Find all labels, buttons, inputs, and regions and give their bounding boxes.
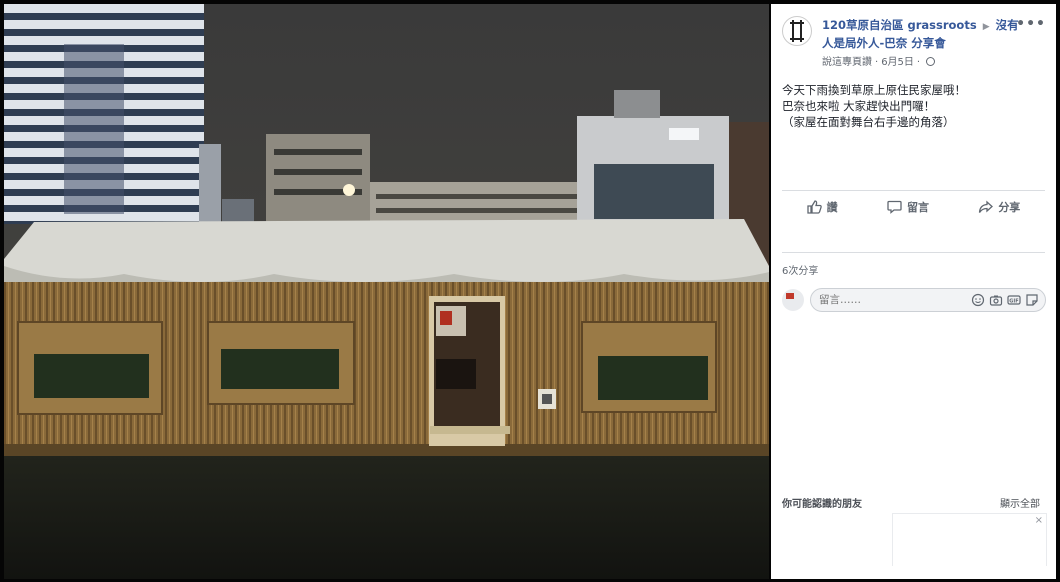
like-button[interactable]: 讚 [807,199,838,215]
comment-input[interactable] [819,292,959,308]
meta-separator: · [875,57,879,68]
svg-text:GIF: GIF [1009,298,1018,304]
post-author-line: 120草原自治區 grassroots ▶ 沒有人是局外人-巴奈 分享會 [822,17,1026,51]
meta-separator: · [916,57,921,68]
speech-bubble-icon [887,200,902,214]
edited-by-link[interactable]: 說這專頁讚 [822,57,872,68]
share-arrow-icon [979,200,994,213]
show-all-link[interactable]: 顯示全部 [1000,495,1040,510]
page-avatar[interactable] [782,16,812,46]
like-label: 讚 [826,201,838,214]
shares-count-link[interactable]: 6次分享 [782,262,818,277]
globe-icon [926,57,936,66]
post-text-line: 巴奈也來啦 大家趕快出門囉！ [782,99,936,113]
thumbs-up-icon [807,200,822,214]
gif-icon[interactable]: GIF [1007,293,1021,307]
post-text-line: （家屋在面對舞台右手邊的角落） [782,115,955,129]
user-avatar [782,289,804,311]
comment-box[interactable]: GIF [810,288,1046,312]
post-side-panel: 120草原自治區 grassroots ▶ 沒有人是局外人-巴奈 分享會 •••… [771,4,1056,579]
friend-suggestion-card: × [892,513,1047,566]
page-logo-icon [790,20,804,42]
camera-icon[interactable] [989,293,1003,307]
people-you-may-know-heading: 你可能認識的朋友 [782,499,862,510]
comment-button[interactable]: 留言 [887,199,929,215]
post-meta: 說這專頁讚 · 6月5日 · [822,53,936,68]
sticker-icon[interactable] [1025,293,1039,307]
comment-composer: GIF [782,287,1047,315]
post-date[interactable]: 6月5日 [881,57,914,68]
triangle-right-icon: ▶ [982,22,990,32]
post-actions: 讚 留言 分享 [782,192,1045,222]
post-text: 今天下雨換到草原上原住民家屋哦！ 巴奈也來啦 大家趕快出門囉！ （家屋在面對舞台… [782,82,1047,130]
divider [782,190,1045,191]
share-button[interactable]: 分享 [978,199,1020,215]
page-name-link[interactable]: 120草原自治區 grassroots [822,18,977,32]
more-options-icon[interactable]: ••• [1016,16,1046,32]
post-photo[interactable] [4,4,769,579]
post-header: 120草原自治區 grassroots ▶ 沒有人是局外人-巴奈 分享會 •••… [771,4,1056,72]
lightbox-frame: 120草原自治區 grassroots ▶ 沒有人是局外人-巴奈 分享會 •••… [0,0,1060,582]
comment-tools: GIF [971,293,1039,307]
close-icon[interactable]: × [1035,515,1043,526]
comment-label: 留言 [906,201,929,214]
divider [782,252,1045,253]
emoji-icon[interactable] [971,293,985,307]
post-text-line: 今天下雨換到草原上原住民家屋哦！ [782,83,966,97]
photo-scene [4,4,769,579]
share-label: 分享 [998,201,1021,214]
